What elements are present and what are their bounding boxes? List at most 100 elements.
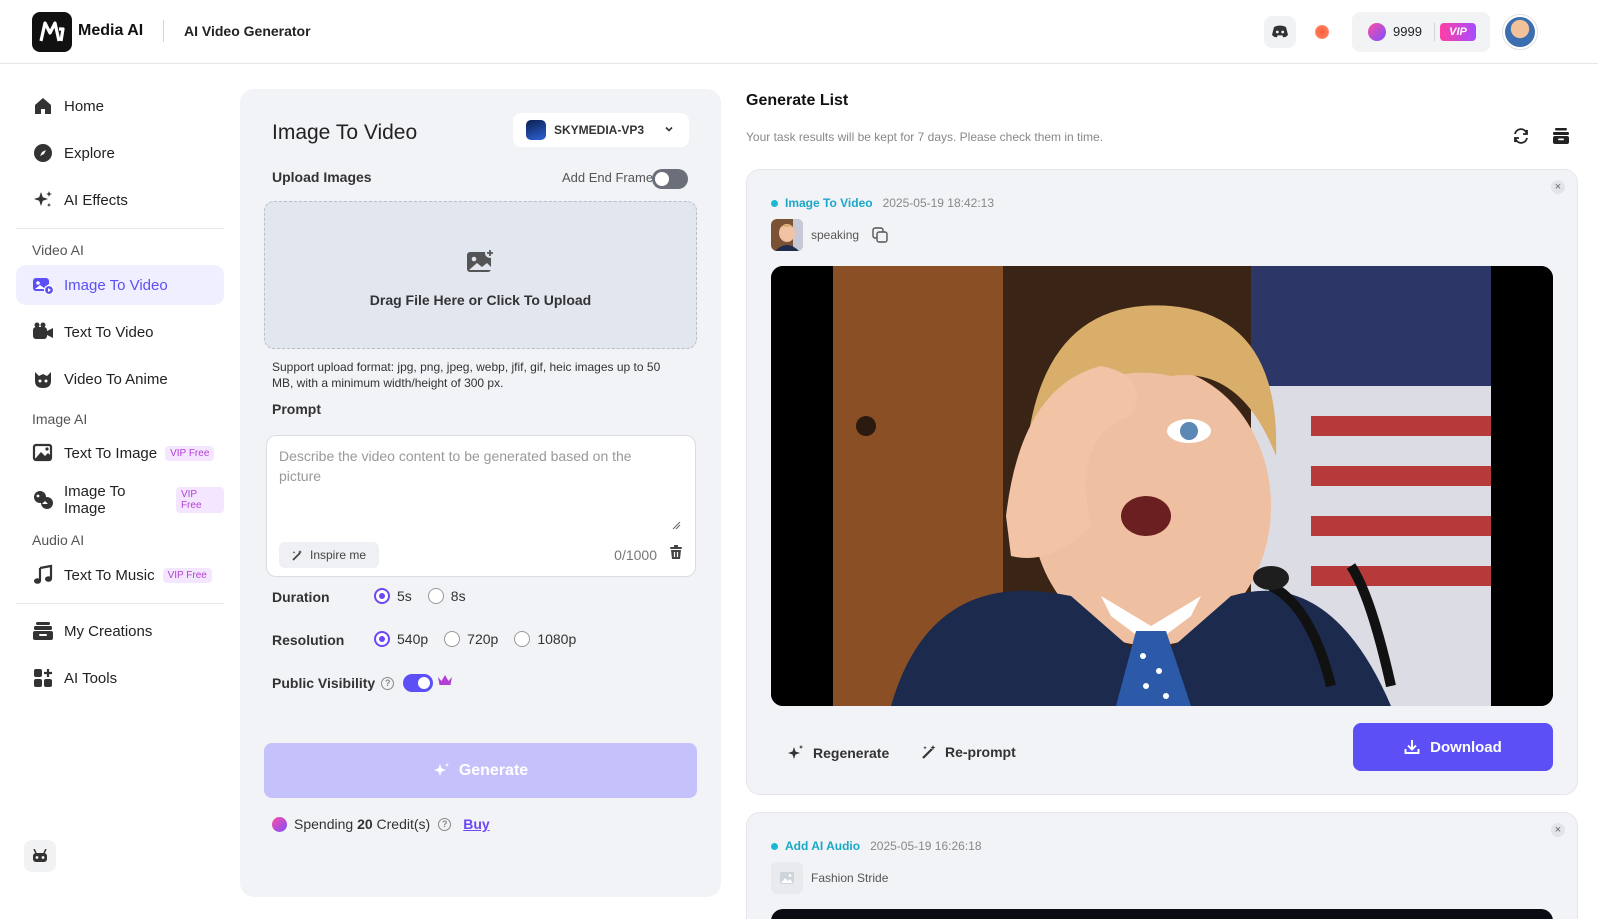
- add-end-frame-toggle[interactable]: [652, 169, 688, 189]
- stack-icon: [33, 622, 53, 640]
- spending-info: Spending 20 Credit(s) ? Buy: [272, 816, 490, 832]
- assistant-bot-button[interactable]: [24, 840, 56, 872]
- credit-gem-icon: [272, 816, 287, 832]
- prompt-textarea[interactable]: Describe the video content to be generat…: [266, 435, 696, 577]
- video-camera-icon: [33, 322, 53, 339]
- sparkles-icon: [34, 191, 52, 207]
- vip-badge[interactable]: VIP: [1440, 23, 1476, 41]
- status-dot-icon: [771, 199, 778, 207]
- sidebar-item-image-to-image[interactable]: Image To Image VIP Free: [16, 480, 224, 520]
- duration-options: 5s 8s: [374, 588, 482, 604]
- trash-icon[interactable]: [669, 545, 683, 560]
- buy-credits-link[interactable]: Buy: [463, 816, 489, 832]
- sidebar-item-text-to-image[interactable]: Text To Image VIP Free: [16, 433, 224, 473]
- duration-label: Duration: [272, 589, 330, 605]
- media-ai-logo[interactable]: [32, 12, 72, 52]
- sidebar-item-video-to-anime[interactable]: Video To Anime: [16, 359, 224, 399]
- credits-pill[interactable]: 9999 VIP: [1352, 12, 1490, 52]
- radio-selected-icon: [374, 588, 390, 604]
- logo-mark-icon: [39, 21, 65, 42]
- sidebar-divider: [16, 228, 224, 229]
- notification-dot-icon[interactable]: [1315, 25, 1329, 39]
- magic-wand-icon: [922, 745, 936, 759]
- help-icon[interactable]: ?: [438, 817, 452, 831]
- sidebar-item-text-to-music[interactable]: Text To Music VIP Free: [16, 555, 224, 595]
- page-name: AI Video Generator: [184, 23, 311, 39]
- sidebar-divider: [16, 603, 224, 604]
- user-avatar[interactable]: [1503, 15, 1537, 49]
- sidebar-item-label: Text To Image: [64, 444, 158, 462]
- regenerate-button[interactable]: Regenerate: [787, 744, 889, 762]
- top-bar: Media AI AI Video Generator 9999 VIP: [0, 0, 1598, 64]
- sidebar-item-ai-tools[interactable]: AI Tools: [16, 658, 224, 698]
- video-preview[interactable]: [771, 266, 1553, 706]
- reprompt-label: Re-prompt: [945, 744, 1016, 760]
- sidebar-item-label: Image To Image: [64, 483, 126, 517]
- task-card: × Image To Video 2025-05-19 18:42:13 spe…: [746, 169, 1578, 795]
- discord-button[interactable]: [1264, 16, 1296, 48]
- task-header: Add AI Audio 2025-05-19 16:26:18: [771, 839, 982, 853]
- sparkles-icon: [788, 745, 803, 759]
- radio-selected-icon: [374, 631, 390, 647]
- reprompt-button[interactable]: Re-prompt: [921, 744, 1016, 760]
- resolution-options: 540p 720p 1080p: [374, 631, 592, 647]
- source-image-thumbnail[interactable]: [771, 862, 803, 894]
- sidebar-item-ai-effects[interactable]: AI Effects: [16, 180, 224, 220]
- sidebar-item-text-to-video[interactable]: Text To Video: [16, 312, 224, 352]
- sidebar-item-label: Explore: [64, 144, 115, 162]
- generate-button[interactable]: Generate: [264, 743, 697, 798]
- task-header: Image To Video 2025-05-19 18:42:13: [771, 196, 994, 210]
- image-to-video-panel: Image To Video SKYMEDIA-VP3 Upload Image…: [240, 89, 721, 897]
- duration-5s-option[interactable]: 5s: [374, 588, 412, 604]
- resolution-option-label: 540p: [397, 631, 429, 647]
- music-note-icon: [34, 564, 53, 584]
- task-card: × Add AI Audio 2025-05-19 16:26:18 Fashi…: [746, 812, 1578, 919]
- refresh-icon[interactable]: [1512, 127, 1530, 145]
- resolution-720p-option[interactable]: 720p: [444, 631, 498, 647]
- help-icon[interactable]: ?: [381, 676, 395, 690]
- compass-icon: [34, 144, 52, 162]
- prompt-placeholder: Describe the video content to be generat…: [279, 448, 632, 484]
- resolution-540p-option[interactable]: 540p: [374, 631, 428, 647]
- upload-dropzone[interactable]: Drag File Here or Click To Upload: [264, 201, 697, 349]
- inspire-me-button[interactable]: Inspire me: [279, 542, 379, 568]
- radio-empty-icon: [427, 588, 444, 604]
- sidebar-item-explore[interactable]: Explore: [16, 133, 224, 173]
- public-visibility-row: Public Visibility ?: [272, 675, 395, 691]
- prompt-char-counter: 0/1000: [614, 547, 657, 563]
- radio-empty-icon: [444, 631, 461, 647]
- image-transform-icon: [34, 491, 53, 509]
- resolution-label: Resolution: [272, 632, 345, 648]
- video-preview[interactable]: [771, 909, 1553, 919]
- radio-empty-icon: [514, 631, 531, 647]
- sidebar-item-my-creations[interactable]: My Creations: [16, 611, 224, 651]
- task-timestamp: 2025-05-19 16:26:18: [870, 839, 982, 853]
- sidebar-item-image-to-video[interactable]: Image To Video: [16, 265, 224, 305]
- status-dot-icon: [771, 842, 778, 850]
- section-audio-ai: Audio AI: [32, 532, 85, 548]
- download-button[interactable]: Download: [1353, 723, 1553, 771]
- close-icon[interactable]: ×: [1551, 180, 1565, 194]
- inspire-me-label: Inspire me: [310, 548, 367, 562]
- close-icon[interactable]: ×: [1551, 823, 1565, 837]
- sidebar-item-label: Text To Video: [64, 323, 154, 341]
- image-video-icon: [33, 278, 54, 296]
- task-timestamp: 2025-05-19 18:42:13: [882, 196, 995, 210]
- creations-stack-icon[interactable]: [1552, 127, 1570, 145]
- duration-8s-option[interactable]: 8s: [427, 588, 466, 604]
- resolution-1080p-option[interactable]: 1080p: [514, 631, 576, 647]
- resize-handle-icon[interactable]: [671, 520, 681, 530]
- section-video-ai: Video AI: [32, 242, 84, 258]
- model-select[interactable]: SKYMEDIA-VP3: [513, 113, 689, 147]
- copy-icon[interactable]: [872, 227, 888, 243]
- sidebar-item-label: Video To Anime: [64, 370, 168, 388]
- source-image-thumbnail[interactable]: [771, 219, 803, 251]
- sidebar-item-home[interactable]: Home: [16, 86, 224, 126]
- public-visibility-label: Public Visibility: [272, 675, 376, 691]
- task-prompt: Fashion Stride: [811, 871, 889, 885]
- sparkle-icon: [433, 762, 449, 776]
- credit-count: 9999: [1393, 24, 1422, 39]
- public-visibility-toggle[interactable]: [403, 674, 433, 692]
- resolution-option-label: 720p: [467, 631, 499, 647]
- credits-divider: [1434, 23, 1435, 41]
